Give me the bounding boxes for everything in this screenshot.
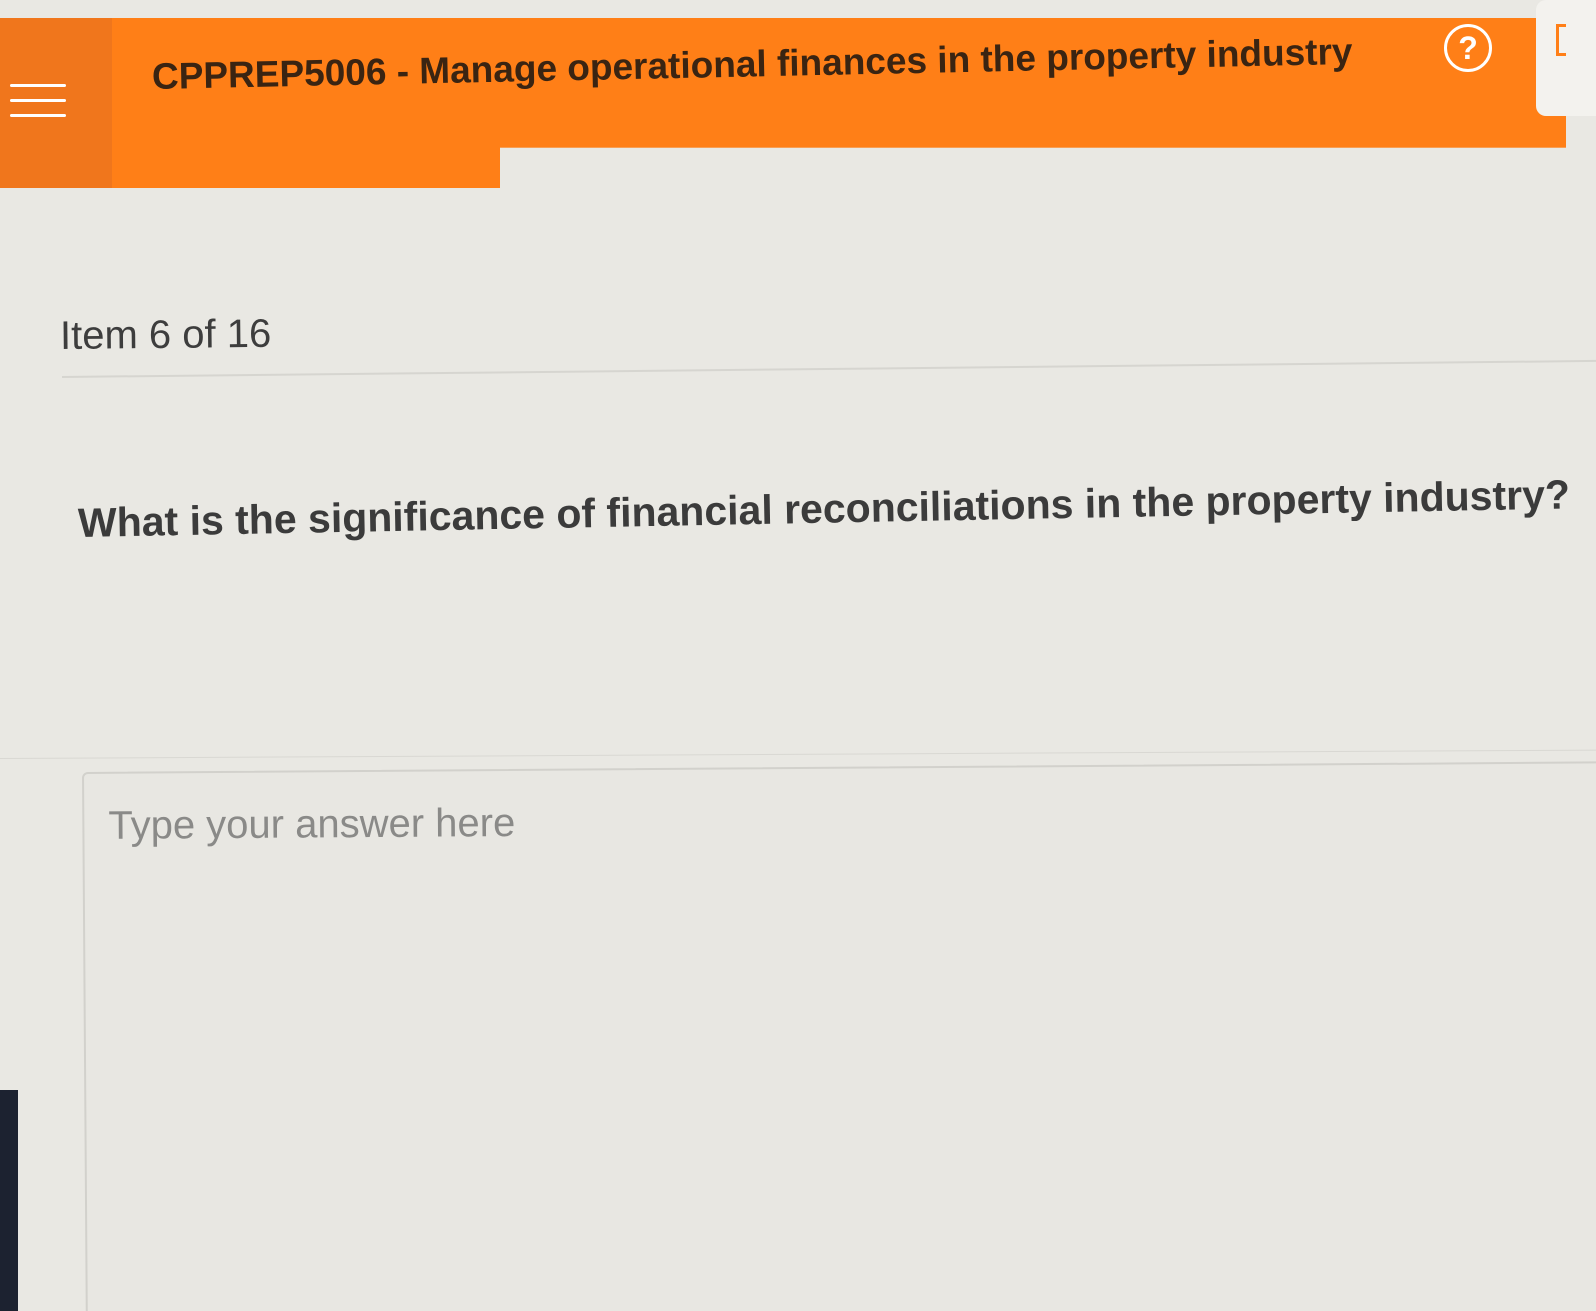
menu-line — [10, 114, 66, 117]
assessment-screen: CPPREP5006 - Manage operational finances… — [0, 0, 1596, 1311]
panel-bracket-icon — [1556, 24, 1566, 56]
monitor-bezel — [0, 1090, 18, 1311]
hamburger-menu-icon[interactable] — [10, 82, 66, 122]
item-counter: Item 6 of 16 — [59, 311, 272, 358]
question-text: What is the significance of financial re… — [77, 471, 1571, 546]
menu-line — [10, 84, 66, 87]
header-shadow — [500, 130, 1596, 188]
answer-textarea[interactable] — [82, 761, 1596, 1311]
help-circle-icon[interactable]: ? — [1444, 24, 1492, 72]
menu-line — [10, 99, 66, 102]
divider — [61, 359, 1596, 378]
side-panel-edge[interactable] — [1536, 0, 1596, 116]
divider — [0, 749, 1596, 759]
